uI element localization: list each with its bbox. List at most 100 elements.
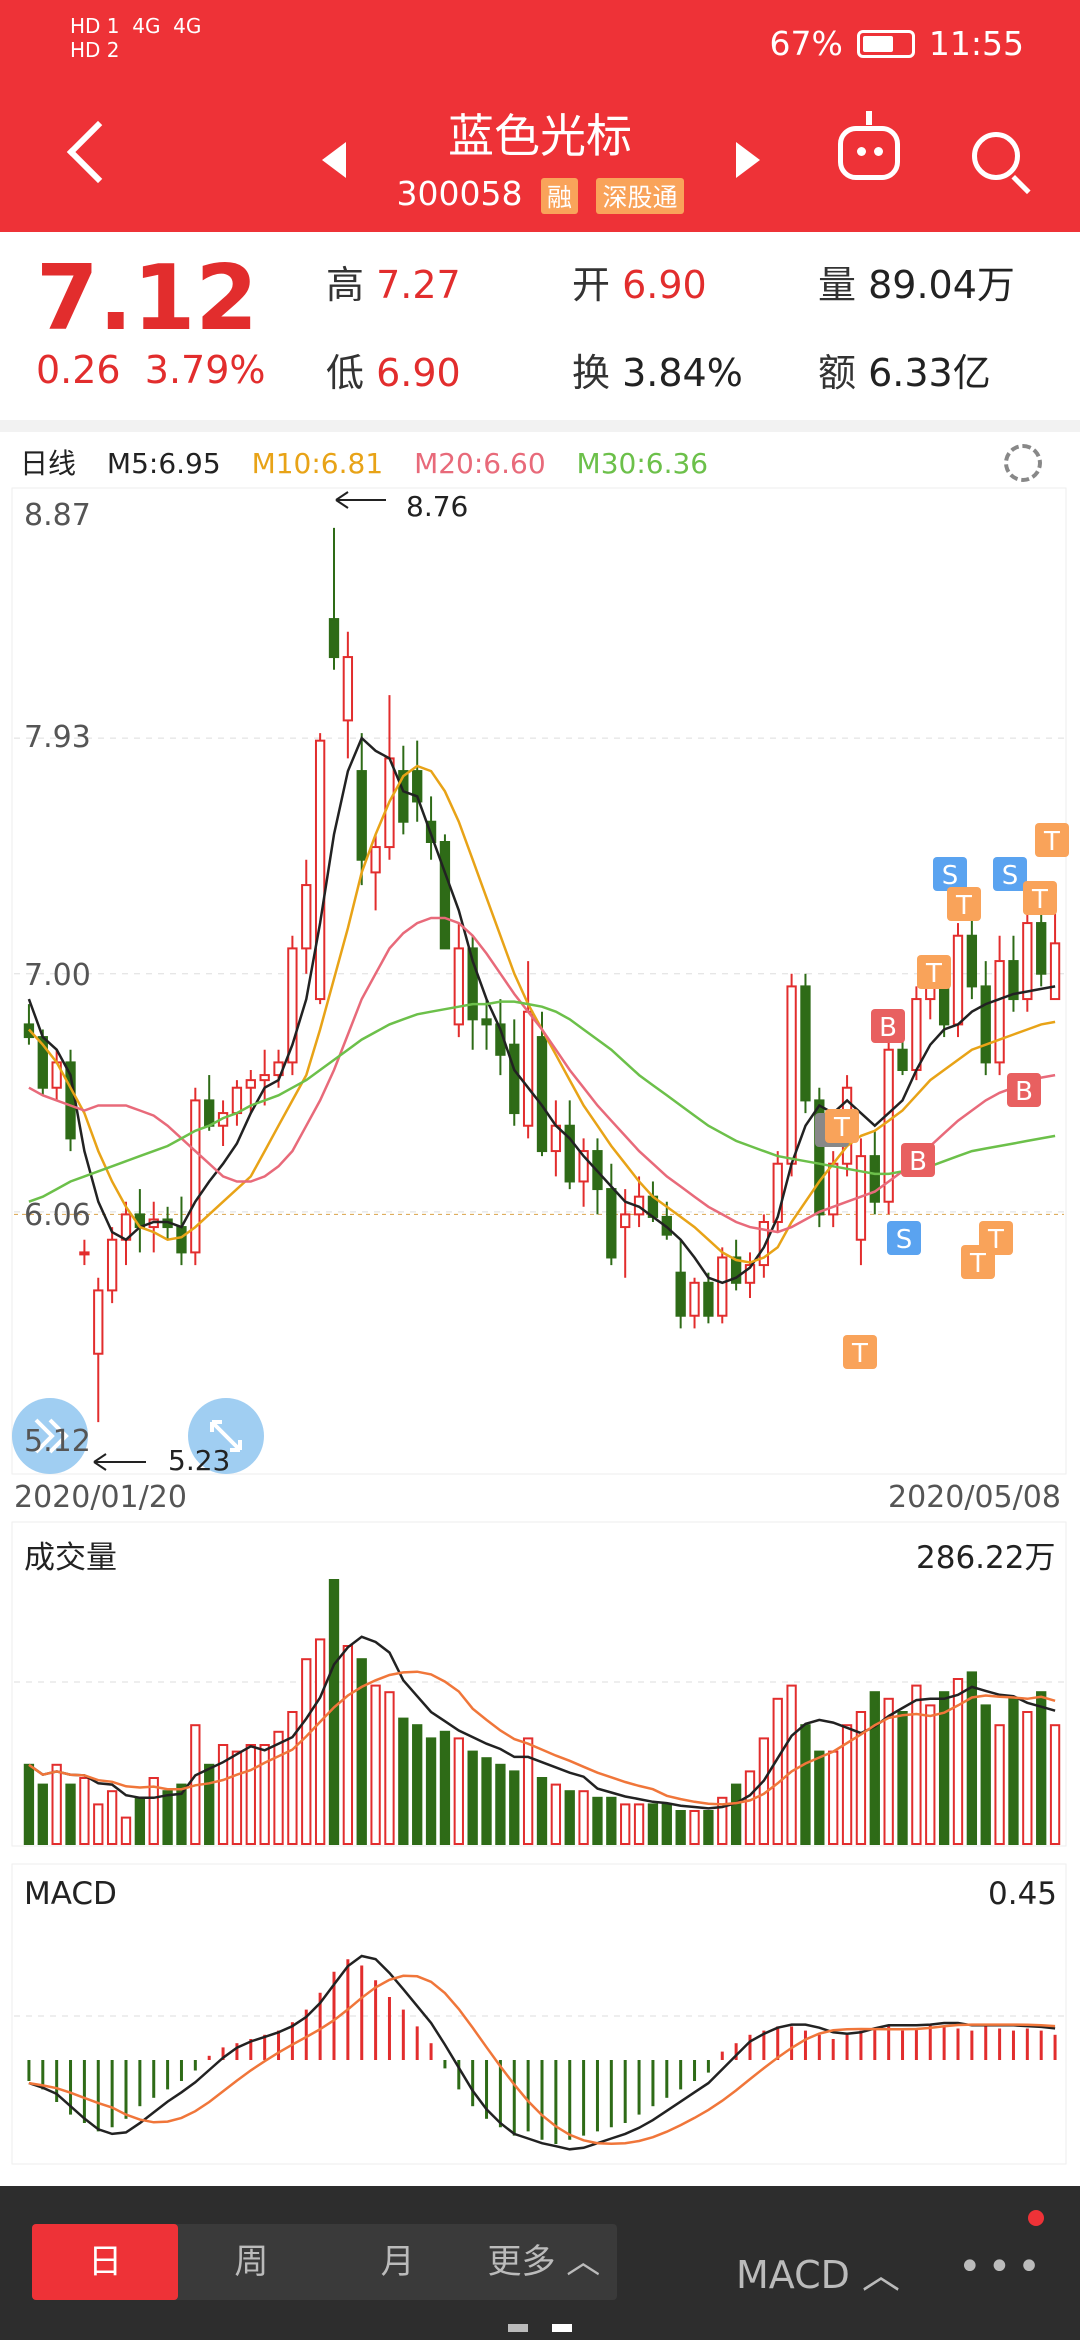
volume-bar xyxy=(703,1810,714,1845)
volume-bar xyxy=(1049,1724,1061,1845)
trade-marker-label: T xyxy=(925,959,942,989)
volume-bar xyxy=(536,1777,548,1845)
volume-bar xyxy=(772,1697,783,1846)
period-selector: 日 周 月 更多 ︿ xyxy=(32,2224,617,2300)
volume-bar xyxy=(980,1704,991,1846)
candle-body xyxy=(620,1213,631,1229)
volume-bar xyxy=(398,1717,409,1845)
volume-bar xyxy=(675,1810,686,1845)
y-tick-label: 7.00 xyxy=(24,958,91,993)
candle-body xyxy=(966,934,978,988)
volume-bar xyxy=(453,1737,464,1846)
volume-bar xyxy=(342,1645,354,1845)
candle-body xyxy=(938,985,950,1026)
candle-body xyxy=(259,1074,270,1082)
volume-bar xyxy=(37,1783,48,1845)
candle-body xyxy=(79,1251,90,1256)
tab-day[interactable]: 日 xyxy=(32,2224,179,2300)
volume-bar xyxy=(481,1757,492,1845)
volume-bar xyxy=(439,1730,451,1846)
tab-month[interactable]: 月 xyxy=(325,2224,471,2300)
volume-bar xyxy=(23,1763,35,1846)
bottom-toolbar: 日 周 月 更多 ︿ MACD ︿ ••• xyxy=(0,2186,1080,2340)
volume-bar xyxy=(231,1750,243,1845)
candle-body xyxy=(1036,922,1047,975)
min-price-label: 5.23 xyxy=(168,1444,231,1477)
macd-value: 0.45 xyxy=(988,1876,1058,1912)
volume-bar xyxy=(633,1803,645,1846)
trade-marker-label: B xyxy=(879,1013,897,1043)
trade-marker-label: T xyxy=(955,891,972,921)
tab-week[interactable]: 周 xyxy=(178,2224,324,2300)
indicator-selector[interactable]: MACD ︿ xyxy=(736,2244,900,2299)
y-tick-label: 8.87 xyxy=(24,498,91,533)
volume-bar xyxy=(495,1763,506,1846)
volume-bar xyxy=(786,1684,797,1845)
volume-bar xyxy=(120,1816,132,1845)
volume-bar xyxy=(106,1790,118,1845)
more-menu-icon[interactable]: ••• xyxy=(958,2244,1047,2290)
trade-marker-label: T xyxy=(833,1113,850,1143)
volume-bar xyxy=(564,1790,575,1845)
volume-bar xyxy=(1022,1711,1033,1845)
tab-more[interactable]: 更多 ︿ xyxy=(471,2224,617,2300)
volume-bar xyxy=(911,1684,922,1845)
volume-bar xyxy=(689,1810,700,1845)
trade-marker-label: S xyxy=(896,1225,913,1255)
volume-bar xyxy=(370,1684,381,1845)
nav-indicator xyxy=(508,2324,528,2332)
end-date: 2020/05/08 xyxy=(888,1480,1061,1515)
y-tick-label: 7.93 xyxy=(24,720,91,755)
candle-body xyxy=(1049,942,1061,1001)
candle-body xyxy=(522,1010,534,1127)
volume-bar xyxy=(1008,1697,1019,1846)
candle-body xyxy=(398,770,409,823)
volume-bar xyxy=(425,1737,437,1846)
volume-bar xyxy=(814,1750,825,1845)
volume-bar xyxy=(869,1691,880,1845)
trade-marker-label: S xyxy=(942,861,959,891)
candle-body xyxy=(980,985,991,1064)
volume-bar xyxy=(301,1658,312,1845)
volume-bar xyxy=(509,1770,520,1846)
volume-bar xyxy=(65,1783,76,1845)
candle-body xyxy=(176,1226,187,1254)
candle-body xyxy=(439,841,451,950)
nav-indicator-active xyxy=(552,2324,572,2332)
candle-body xyxy=(675,1271,686,1317)
candle-body xyxy=(536,1036,548,1153)
candle-body xyxy=(1022,922,1033,1001)
volume-bar xyxy=(828,1750,839,1845)
macd-title: MACD xyxy=(24,1876,117,1912)
volume-bar xyxy=(620,1803,631,1846)
candle-body xyxy=(204,1099,215,1127)
volume-bar xyxy=(93,1803,104,1846)
candle-body xyxy=(342,656,354,722)
volume-bar xyxy=(162,1790,173,1845)
candle-body xyxy=(481,1018,492,1026)
volume-bar xyxy=(273,1730,284,1846)
max-price-label: 8.76 xyxy=(406,490,469,523)
volume-bar xyxy=(245,1744,256,1845)
candle-body xyxy=(869,1155,880,1203)
trade-marker-label: B xyxy=(909,1147,927,1177)
candle-body xyxy=(606,1188,617,1259)
volume-bar xyxy=(592,1796,603,1846)
candle-body xyxy=(911,998,922,1071)
notification-dot xyxy=(1028,2210,1044,2226)
volume-bar xyxy=(412,1724,423,1845)
start-date: 2020/01/20 xyxy=(14,1480,187,1515)
volume-bar xyxy=(522,1737,534,1846)
volume-bar xyxy=(51,1763,62,1846)
kline-chart[interactable]: BTBSBTSTSTTBTTT xyxy=(0,0,1080,2186)
candle-body xyxy=(106,1238,118,1292)
volume-bar xyxy=(550,1783,562,1845)
candle-body xyxy=(800,985,811,1102)
candle-body xyxy=(245,1079,256,1089)
volume-bar xyxy=(384,1691,395,1845)
candle-body xyxy=(301,884,312,950)
candle-body xyxy=(952,934,964,1026)
trade-marker-label: B xyxy=(1015,1077,1033,1107)
candle-body xyxy=(689,1281,700,1317)
volume-bar xyxy=(606,1796,617,1846)
